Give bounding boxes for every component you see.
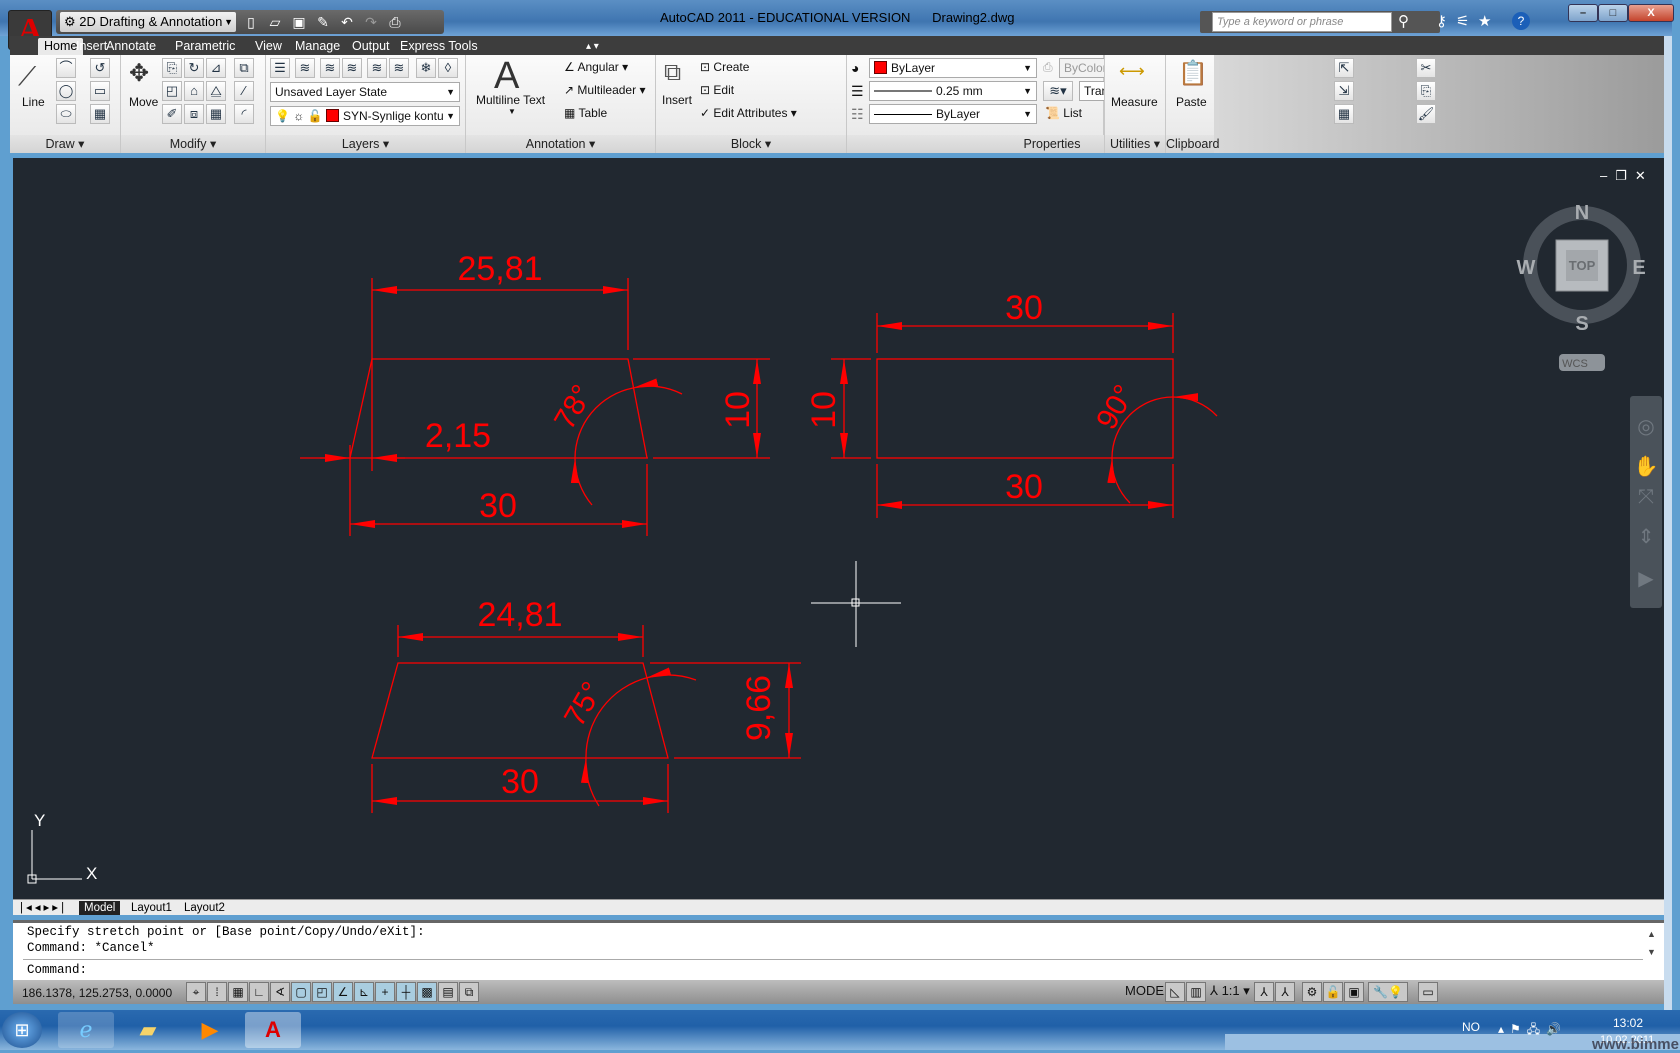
command-history-line: Command: *Cancel* bbox=[27, 941, 155, 955]
crosshair-cursor bbox=[811, 561, 901, 647]
compass-n[interactable]: N bbox=[1575, 202, 1589, 224]
dim-text-30-a[interactable]: 30 bbox=[479, 487, 517, 525]
dim-text-10-b[interactable]: 10 bbox=[805, 391, 843, 429]
selection-cycling-toggle[interactable]: ⧉ bbox=[459, 982, 479, 1002]
dim-text-30-b[interactable]: 30 bbox=[1005, 289, 1043, 327]
dim-text-10-a[interactable]: 10 bbox=[719, 391, 757, 429]
otrack-toggle[interactable]: ∠ bbox=[333, 982, 353, 1002]
watermark: www.bimmers.no bbox=[1592, 1036, 1680, 1053]
quick-properties-toggle[interactable]: ▤ bbox=[438, 982, 458, 1002]
angle-ext-90-lower bbox=[1107, 457, 1131, 504]
command-window[interactable]: Specify stretch point or [Base point/Cop… bbox=[13, 920, 1664, 980]
taskbar-autocad[interactable]: A bbox=[245, 1012, 301, 1048]
annotation-scale-value: 1:1 bbox=[1221, 983, 1240, 998]
steering-wheel-icon[interactable]: ◎ bbox=[1637, 414, 1654, 438]
dim-text-30-d[interactable]: 30 bbox=[501, 763, 539, 801]
taskbar-windows-explorer[interactable]: ▰ bbox=[120, 1012, 176, 1048]
trapezoid-78[interactable] bbox=[300, 278, 770, 536]
start-button[interactable]: ⊞ bbox=[2, 1012, 42, 1048]
dim-text-25-81[interactable]: 25,81 bbox=[457, 250, 542, 288]
orbit-icon[interactable]: ⇕ bbox=[1638, 524, 1655, 548]
shape1-outline[interactable] bbox=[349, 358, 648, 459]
angle-ext-78-upper bbox=[632, 378, 683, 395]
polar-toggle[interactable]: ∢ bbox=[270, 982, 290, 1002]
window-border bbox=[1664, 36, 1672, 1010]
tab-scroll-arrows[interactable]: |◂◂▸▸| bbox=[15, 901, 72, 915]
annotation-scale-icon: ⅄ bbox=[1210, 983, 1218, 998]
ucs-y-label: Y bbox=[34, 811, 45, 830]
osnap-toggle[interactable]: ▢ bbox=[291, 982, 311, 1002]
lineweight-toggle[interactable]: ┼ bbox=[396, 982, 416, 1002]
grid-toggle[interactable]: ▦ bbox=[228, 982, 248, 1002]
ucs-x-label: X bbox=[86, 864, 97, 883]
angle-ext-75-upper bbox=[645, 667, 697, 681]
3d-osnap-toggle[interactable]: ◰ bbox=[312, 982, 332, 1002]
quick-view-drawings-icon[interactable]: ▥ bbox=[1186, 982, 1206, 1002]
clean-screen-icon[interactable]: ▭ bbox=[1418, 982, 1438, 1002]
command-history-line: Specify stretch point or [Base point/Cop… bbox=[27, 925, 425, 939]
ucs-menu[interactable]: WCS bbox=[1562, 358, 1588, 370]
command-divider bbox=[23, 959, 1643, 960]
drawing-svg: 25,81 2,15 30 10 78° 30 30 10 90° 24,81 … bbox=[27, 202, 1662, 884]
pan-icon[interactable]: ✋ bbox=[1634, 454, 1659, 478]
viewport-controls[interactable]: –❐✕ bbox=[1600, 168, 1654, 184]
hardware-acceleration-icon[interactable]: ▣ bbox=[1344, 982, 1364, 1002]
compass-w[interactable]: W bbox=[1517, 257, 1536, 279]
taskbar-internet-explorer[interactable]: ℯ bbox=[58, 1012, 114, 1048]
ducs-toggle[interactable]: ⊾ bbox=[354, 982, 374, 1002]
dyn-toggle[interactable]: + bbox=[375, 982, 395, 1002]
dim-text-30-c[interactable]: 30 bbox=[1005, 468, 1043, 506]
angle-ext-75-lower bbox=[580, 757, 600, 807]
dim-text-2-15[interactable]: 2,15 bbox=[425, 417, 491, 455]
tray-icons[interactable]: ▴⚑🖧🔊 bbox=[1498, 1020, 1567, 1041]
language-indicator[interactable]: NO bbox=[1462, 1020, 1480, 1034]
annotation-scale-dropdown[interactable]: ⅄ 1:1 ▾ bbox=[1210, 983, 1250, 999]
ortho-toggle[interactable]: ∟ bbox=[249, 982, 269, 1002]
transparency-toggle[interactable]: ▩ bbox=[417, 982, 437, 1002]
clock-time[interactable]: 13:02 bbox=[1613, 1016, 1643, 1030]
viewcube[interactable]: TOP N S E W WCS bbox=[1517, 202, 1646, 371]
layout-tabs-bar: |◂◂▸▸| Model Layout1 Layout2 bbox=[13, 899, 1664, 915]
compass-s[interactable]: S bbox=[1575, 313, 1588, 335]
viewcube-face[interactable]: TOP bbox=[1569, 258, 1596, 273]
showmotion-icon[interactable]: ▶ bbox=[1638, 566, 1654, 590]
coordinates-readout[interactable]: 186.1378, 125.2753, 0.0000 bbox=[22, 986, 172, 1000]
isolate-objects-icon[interactable]: 🔧💡 bbox=[1368, 982, 1408, 1002]
taskbar-media-player[interactable]: ▶ bbox=[182, 1012, 238, 1048]
shape3-outline[interactable] bbox=[371, 662, 669, 759]
compass-e[interactable]: E bbox=[1632, 257, 1645, 279]
angle-text-75[interactable]: 75° bbox=[558, 676, 609, 732]
tab-layout2[interactable]: Layout2 bbox=[179, 901, 230, 915]
auto-scale-icon[interactable]: ⅄ bbox=[1275, 982, 1295, 1002]
annotation-visibility-icon[interactable]: ⅄ bbox=[1254, 982, 1274, 1002]
tab-layout1[interactable]: Layout1 bbox=[126, 901, 177, 915]
navigation-bar[interactable]: ◎ ✋ ⤧ ⇕ ▶ bbox=[1630, 396, 1662, 608]
quick-view-layouts-icon[interactable]: ◺ bbox=[1165, 982, 1185, 1002]
tab-model[interactable]: Model bbox=[79, 901, 121, 915]
angle-text-78[interactable]: 78° bbox=[548, 379, 599, 435]
zoom-extents-icon[interactable]: ⤧ bbox=[1638, 484, 1654, 508]
infer-constraints-toggle[interactable]: ⌖ bbox=[186, 982, 206, 1002]
angle-ext-78-lower bbox=[570, 457, 593, 506]
snap-toggle[interactable]: ⁞ bbox=[207, 982, 227, 1002]
angle-text-90[interactable]: 90° bbox=[1090, 379, 1141, 435]
command-prompt[interactable]: Command: bbox=[27, 963, 87, 977]
toolbar-lock-icon[interactable]: 🔓 bbox=[1323, 982, 1343, 1002]
ucs-icon bbox=[27, 830, 82, 884]
workspace-switch-icon[interactable]: ⚙ bbox=[1302, 982, 1322, 1002]
dim-text-24-81[interactable]: 24,81 bbox=[477, 596, 562, 634]
command-scrollbar[interactable]: ▲ ▼ bbox=[1647, 925, 1656, 961]
dim-text-9-66[interactable]: 9,66 bbox=[740, 675, 778, 741]
angle-ext-90-upper bbox=[1172, 393, 1218, 417]
